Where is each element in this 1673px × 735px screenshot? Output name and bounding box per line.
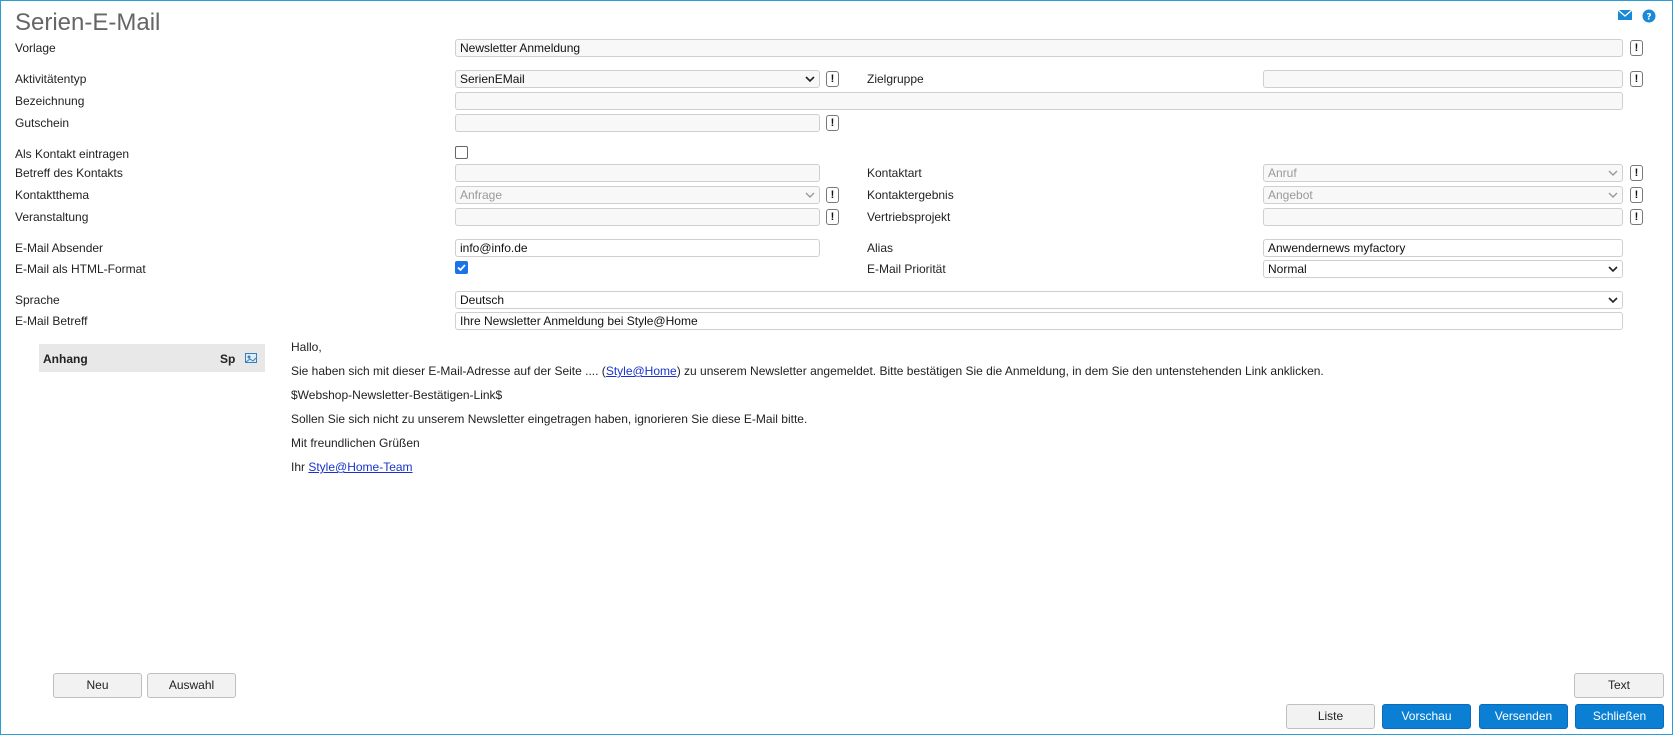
kontaktergebnis-value: Angebot: [1268, 188, 1313, 202]
sprache-select[interactable]: Deutsch: [455, 291, 1623, 309]
svg-text:?: ?: [1646, 13, 1651, 23]
betreff-label: E-Mail Betreff: [15, 314, 88, 328]
image-icon[interactable]: [245, 352, 257, 363]
schliessen-button[interactable]: Schließen: [1575, 704, 1664, 729]
absender-field[interactable]: info@info.de: [455, 239, 820, 257]
window-title: Serien-E-Mail: [15, 9, 161, 36]
betreff-kontakt-label: Betreff des Kontakts: [15, 166, 123, 180]
mail-icon[interactable]: [1617, 9, 1633, 23]
body-line-1: Sie haben sich mit dieser E-Mail-Adresse…: [291, 364, 1324, 378]
text-button[interactable]: Text: [1574, 673, 1664, 698]
aktivitaetentyp-value: SerienEMail: [460, 72, 525, 86]
vertriebsprojekt-field[interactable]: [1263, 208, 1623, 226]
veranstaltung-alert-button[interactable]: !: [826, 209, 839, 225]
html-format-checkbox[interactable]: [455, 261, 468, 274]
veranstaltung-label: Veranstaltung: [15, 210, 89, 224]
checkmark-icon: [457, 264, 466, 272]
kontaktthema-alert-button[interactable]: !: [826, 187, 839, 203]
chevron-down-icon: [1608, 192, 1618, 198]
attachments-header: Anhang Sp: [39, 344, 265, 372]
kontaktthema-value: Anfrage: [460, 188, 503, 202]
sprache-label: Sprache: [15, 293, 60, 307]
kontaktart-select[interactable]: Anruf: [1263, 164, 1623, 182]
bezeichnung-label: Bezeichnung: [15, 94, 85, 108]
chevron-down-icon: [1608, 266, 1618, 273]
help-icon[interactable]: ?: [1642, 9, 1656, 23]
prioritaet-select[interactable]: Normal: [1263, 260, 1623, 278]
zielgruppe-alert-button[interactable]: !: [1630, 71, 1643, 87]
chevron-down-icon: [805, 76, 815, 83]
attachments-col-sp[interactable]: Sp: [220, 352, 235, 366]
vertriebsprojekt-label: Vertriebsprojekt: [867, 210, 951, 224]
chevron-down-icon: [1608, 170, 1618, 176]
aktivitaetentyp-label: Aktivitätentyp: [15, 72, 87, 86]
betreff-field[interactable]: Ihre Newsletter Anmeldung bei Style@Home: [455, 312, 1623, 330]
neu-button[interactable]: Neu: [53, 673, 142, 698]
kontaktart-value: Anruf: [1268, 166, 1297, 180]
kontaktthema-label: Kontaktthema: [15, 188, 90, 202]
prioritaet-value: Normal: [1268, 262, 1307, 276]
bezeichnung-field[interactable]: [455, 92, 1623, 110]
als-kontakt-label: Als Kontakt eintragen: [15, 147, 130, 161]
versenden-button[interactable]: Versenden: [1479, 704, 1568, 729]
aktivitaetentyp-alert-button[interactable]: !: [826, 71, 839, 87]
vertriebsprojekt-alert-button[interactable]: !: [1630, 209, 1643, 225]
zielgruppe-field[interactable]: [1263, 70, 1623, 88]
liste-button[interactable]: Liste: [1286, 704, 1375, 729]
kontaktthema-select[interactable]: Anfrage: [455, 186, 820, 204]
body-signature: Ihr Style@Home-Team: [291, 460, 413, 474]
prioritaet-label: E-Mail Priorität: [867, 262, 946, 276]
body-line-3: Sollen Sie sich nicht zu unserem Newslet…: [291, 412, 808, 426]
email-body-editor[interactable]: Hallo, Sie haben sich mit dieser E-Mail-…: [291, 341, 1591, 485]
vorschau-button[interactable]: Vorschau: [1382, 704, 1471, 729]
attachments-col-anhang[interactable]: Anhang: [43, 352, 88, 366]
auswahl-button[interactable]: Auswahl: [147, 673, 236, 698]
vorlage-field[interactable]: Newsletter Anmeldung: [455, 39, 1623, 57]
body-closing: Mit freundlichen Grüßen: [291, 436, 420, 450]
kontaktergebnis-label: Kontaktergebnis: [867, 188, 954, 202]
chevron-down-icon: [805, 192, 815, 198]
serien-email-window: Serien-E-Mail ? Vorlage Newsletter Anmel…: [0, 0, 1673, 735]
body-greeting: Hallo,: [291, 340, 322, 354]
aktivitaetentyp-select[interactable]: SerienEMail: [455, 70, 820, 88]
kontaktergebnis-alert-button[interactable]: !: [1630, 187, 1643, 203]
veranstaltung-field[interactable]: [455, 208, 820, 226]
absender-label: E-Mail Absender: [15, 241, 104, 255]
chevron-down-icon: [1608, 297, 1618, 304]
kontaktergebnis-select[interactable]: Angebot: [1263, 186, 1623, 204]
gutschein-alert-button[interactable]: !: [826, 115, 839, 131]
kontaktart-alert-button[interactable]: !: [1630, 165, 1643, 181]
gutschein-label: Gutschein: [15, 116, 70, 130]
top-icons: ?: [1617, 9, 1656, 23]
betreff-kontakt-field[interactable]: [455, 164, 820, 182]
html-format-label: E-Mail als HTML-Format: [15, 262, 146, 276]
vorlage-label: Vorlage: [15, 41, 56, 55]
zielgruppe-label: Zielgruppe: [867, 72, 924, 86]
style-home-link[interactable]: Style@Home: [606, 364, 677, 378]
alias-field[interactable]: Anwendernews myfactory: [1263, 239, 1623, 257]
body-placeholder: $Webshop-Newsletter-Bestätigen-Link$: [291, 388, 503, 402]
alias-label: Alias: [867, 241, 894, 255]
gutschein-field[interactable]: [455, 114, 820, 132]
vorlage-alert-button[interactable]: !: [1630, 40, 1643, 56]
sprache-value: Deutsch: [460, 293, 505, 307]
als-kontakt-checkbox[interactable]: [455, 146, 468, 159]
kontaktart-label: Kontaktart: [867, 166, 922, 180]
style-home-team-link[interactable]: Style@Home-Team: [308, 460, 412, 474]
